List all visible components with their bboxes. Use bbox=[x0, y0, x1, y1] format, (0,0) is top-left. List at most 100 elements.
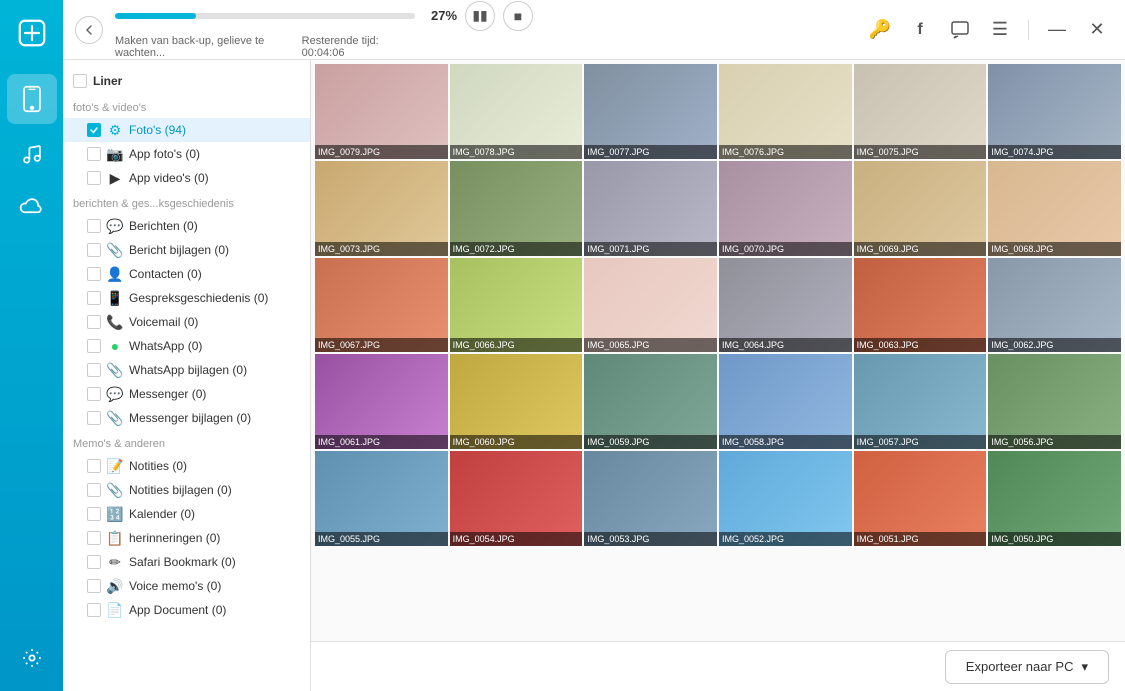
photo-cell[interactable]: IMG_0068.JPG bbox=[988, 161, 1121, 256]
app-document-checkbox[interactable] bbox=[87, 603, 101, 617]
photo-cell[interactable]: IMG_0079.JPG bbox=[315, 64, 448, 159]
voice-memo-checkbox[interactable] bbox=[87, 579, 101, 593]
berichten-checkbox[interactable] bbox=[87, 219, 101, 233]
sidebar-item-music[interactable] bbox=[7, 128, 57, 178]
sidebar-item-cloud[interactable] bbox=[7, 182, 57, 232]
fotos-checkbox[interactable] bbox=[87, 123, 101, 137]
photo-cell[interactable]: IMG_0070.JPG bbox=[719, 161, 852, 256]
sidebar-item-settings[interactable] bbox=[7, 633, 57, 683]
whatsapp-checkbox[interactable] bbox=[87, 339, 101, 353]
back-button[interactable] bbox=[75, 16, 103, 44]
whatsapp-bijlagen-checkbox[interactable] bbox=[87, 363, 101, 377]
photo-cell[interactable]: IMG_0058.JPG bbox=[719, 354, 852, 449]
tree-item-whatsapp-bijlagen[interactable]: 📎 WhatsApp bijlagen (0) bbox=[63, 358, 310, 382]
progress-track bbox=[115, 13, 415, 19]
photo-cell[interactable]: IMG_0063.JPG bbox=[854, 258, 987, 353]
photo-label: IMG_0055.JPG bbox=[315, 532, 448, 546]
notities-checkbox[interactable] bbox=[87, 459, 101, 473]
photo-cell[interactable]: IMG_0055.JPG bbox=[315, 451, 448, 546]
photo-cell[interactable]: IMG_0071.JPG bbox=[584, 161, 717, 256]
tree-item-app-document[interactable]: 📄 App Document (0) bbox=[63, 598, 310, 622]
device-label: Liner bbox=[93, 74, 122, 88]
tree-item-voicemail[interactable]: 📞 Voicemail (0) bbox=[63, 310, 310, 334]
photo-cell[interactable]: IMG_0077.JPG bbox=[584, 64, 717, 159]
key-icon[interactable]: 🔑 bbox=[864, 14, 896, 46]
close-button[interactable]: ✕ bbox=[1081, 14, 1113, 46]
photo-cell[interactable]: IMG_0069.JPG bbox=[854, 161, 987, 256]
tree-item-whatsapp[interactable]: ● WhatsApp (0) bbox=[63, 334, 310, 358]
photo-cell[interactable]: IMG_0067.JPG bbox=[315, 258, 448, 353]
export-button[interactable]: Exporteer naar PC ▾ bbox=[945, 650, 1109, 684]
facebook-icon[interactable]: f bbox=[904, 14, 936, 46]
safari-checkbox[interactable] bbox=[87, 555, 101, 569]
photo-cell[interactable]: IMG_0053.JPG bbox=[584, 451, 717, 546]
tree-item-bericht-bijlagen[interactable]: 📎 Bericht bijlagen (0) bbox=[63, 238, 310, 262]
sidebar-item-device[interactable] bbox=[7, 74, 57, 124]
photo-cell[interactable]: IMG_0072.JPG bbox=[450, 161, 583, 256]
tree-item-berichten[interactable]: 💬 Berichten (0) bbox=[63, 214, 310, 238]
app-videos-label: App video's (0) bbox=[129, 171, 209, 185]
stop-button[interactable]: ■ bbox=[503, 1, 533, 31]
bericht-bijlagen-checkbox[interactable] bbox=[87, 243, 101, 257]
tree-item-fotos[interactable]: ⚙ Foto's (94) bbox=[63, 118, 310, 142]
tree-item-voice-memo[interactable]: 🔊 Voice memo's (0) bbox=[63, 574, 310, 598]
photo-cell[interactable]: IMG_0060.JPG bbox=[450, 354, 583, 449]
photo-cell[interactable]: IMG_0061.JPG bbox=[315, 354, 448, 449]
photo-cell[interactable]: IMG_0052.JPG bbox=[719, 451, 852, 546]
photo-cell[interactable]: IMG_0073.JPG bbox=[315, 161, 448, 256]
photo-cell[interactable]: IMG_0057.JPG bbox=[854, 354, 987, 449]
tree-item-notities-bijlagen[interactable]: 📎 Notities bijlagen (0) bbox=[63, 478, 310, 502]
contacten-checkbox[interactable] bbox=[87, 267, 101, 281]
photo-cell[interactable]: IMG_0062.JPG bbox=[988, 258, 1121, 353]
menu-icon[interactable]: ☰ bbox=[984, 14, 1016, 46]
tree-item-messenger-bijlagen[interactable]: 📎 Messenger bijlagen (0) bbox=[63, 406, 310, 430]
app-fotos-checkbox[interactable] bbox=[87, 147, 101, 161]
voicemail-checkbox[interactable] bbox=[87, 315, 101, 329]
content-area: Liner foto's & video's ⚙ Foto's (94) 📷 A… bbox=[63, 60, 1125, 691]
gesprek-checkbox[interactable] bbox=[87, 291, 101, 305]
tree-item-herinneringen[interactable]: 📋 herinneringen (0) bbox=[63, 526, 310, 550]
photo-cell[interactable]: IMG_0078.JPG bbox=[450, 64, 583, 159]
photo-cell[interactable]: IMG_0065.JPG bbox=[584, 258, 717, 353]
tree-item-kalender[interactable]: 🔢 Kalender (0) bbox=[63, 502, 310, 526]
herinneringen-icon: 📋 bbox=[107, 530, 123, 546]
app-fotos-label: App foto's (0) bbox=[129, 147, 200, 161]
tree-item-contacten[interactable]: 👤 Contacten (0) bbox=[63, 262, 310, 286]
photo-cell[interactable]: IMG_0059.JPG bbox=[584, 354, 717, 449]
tree-item-gesprek[interactable]: 📱 Gespreksgeschiedenis (0) bbox=[63, 286, 310, 310]
device-checkbox[interactable] bbox=[73, 74, 87, 88]
photo-cell[interactable]: IMG_0050.JPG bbox=[988, 451, 1121, 546]
tree-item-notities[interactable]: 📝 Notities (0) bbox=[63, 454, 310, 478]
messenger-checkbox[interactable] bbox=[87, 387, 101, 401]
notities-label: Notities (0) bbox=[129, 459, 187, 473]
photo-cell[interactable]: IMG_0074.JPG bbox=[988, 64, 1121, 159]
voicemail-icon: 📞 bbox=[107, 314, 123, 330]
tree-item-app-videos[interactable]: ▶ App video's (0) bbox=[63, 166, 310, 190]
kalender-checkbox[interactable] bbox=[87, 507, 101, 521]
chat-icon[interactable] bbox=[944, 14, 976, 46]
tree-item-safari[interactable]: ✏ Safari Bookmark (0) bbox=[63, 550, 310, 574]
photo-cell[interactable]: IMG_0051.JPG bbox=[854, 451, 987, 546]
photo-cell[interactable]: IMG_0075.JPG bbox=[854, 64, 987, 159]
kalender-label: Kalender (0) bbox=[129, 507, 195, 521]
app-videos-checkbox[interactable] bbox=[87, 171, 101, 185]
fotos-label: Foto's (94) bbox=[129, 123, 186, 137]
photo-label: IMG_0069.JPG bbox=[854, 242, 987, 256]
berichten-label: Berichten (0) bbox=[129, 219, 198, 233]
photo-label: IMG_0057.JPG bbox=[854, 435, 987, 449]
photo-cell[interactable]: IMG_0054.JPG bbox=[450, 451, 583, 546]
herinneringen-checkbox[interactable] bbox=[87, 531, 101, 545]
tree-item-messenger[interactable]: 💬 Messenger (0) bbox=[63, 382, 310, 406]
progress-percent: 27% bbox=[431, 8, 457, 23]
whatsapp-bijlagen-icon: 📎 bbox=[107, 362, 123, 378]
minimize-button[interactable]: — bbox=[1041, 14, 1073, 46]
messenger-bijlagen-checkbox[interactable] bbox=[87, 411, 101, 425]
notities-bijlagen-checkbox[interactable] bbox=[87, 483, 101, 497]
photo-cell[interactable]: IMG_0064.JPG bbox=[719, 258, 852, 353]
app-logo bbox=[7, 8, 57, 58]
pause-button[interactable]: ▮▮ bbox=[465, 1, 495, 31]
photo-cell[interactable]: IMG_0056.JPG bbox=[988, 354, 1121, 449]
tree-item-app-fotos[interactable]: 📷 App foto's (0) bbox=[63, 142, 310, 166]
photo-cell[interactable]: IMG_0076.JPG bbox=[719, 64, 852, 159]
photo-cell[interactable]: IMG_0066.JPG bbox=[450, 258, 583, 353]
